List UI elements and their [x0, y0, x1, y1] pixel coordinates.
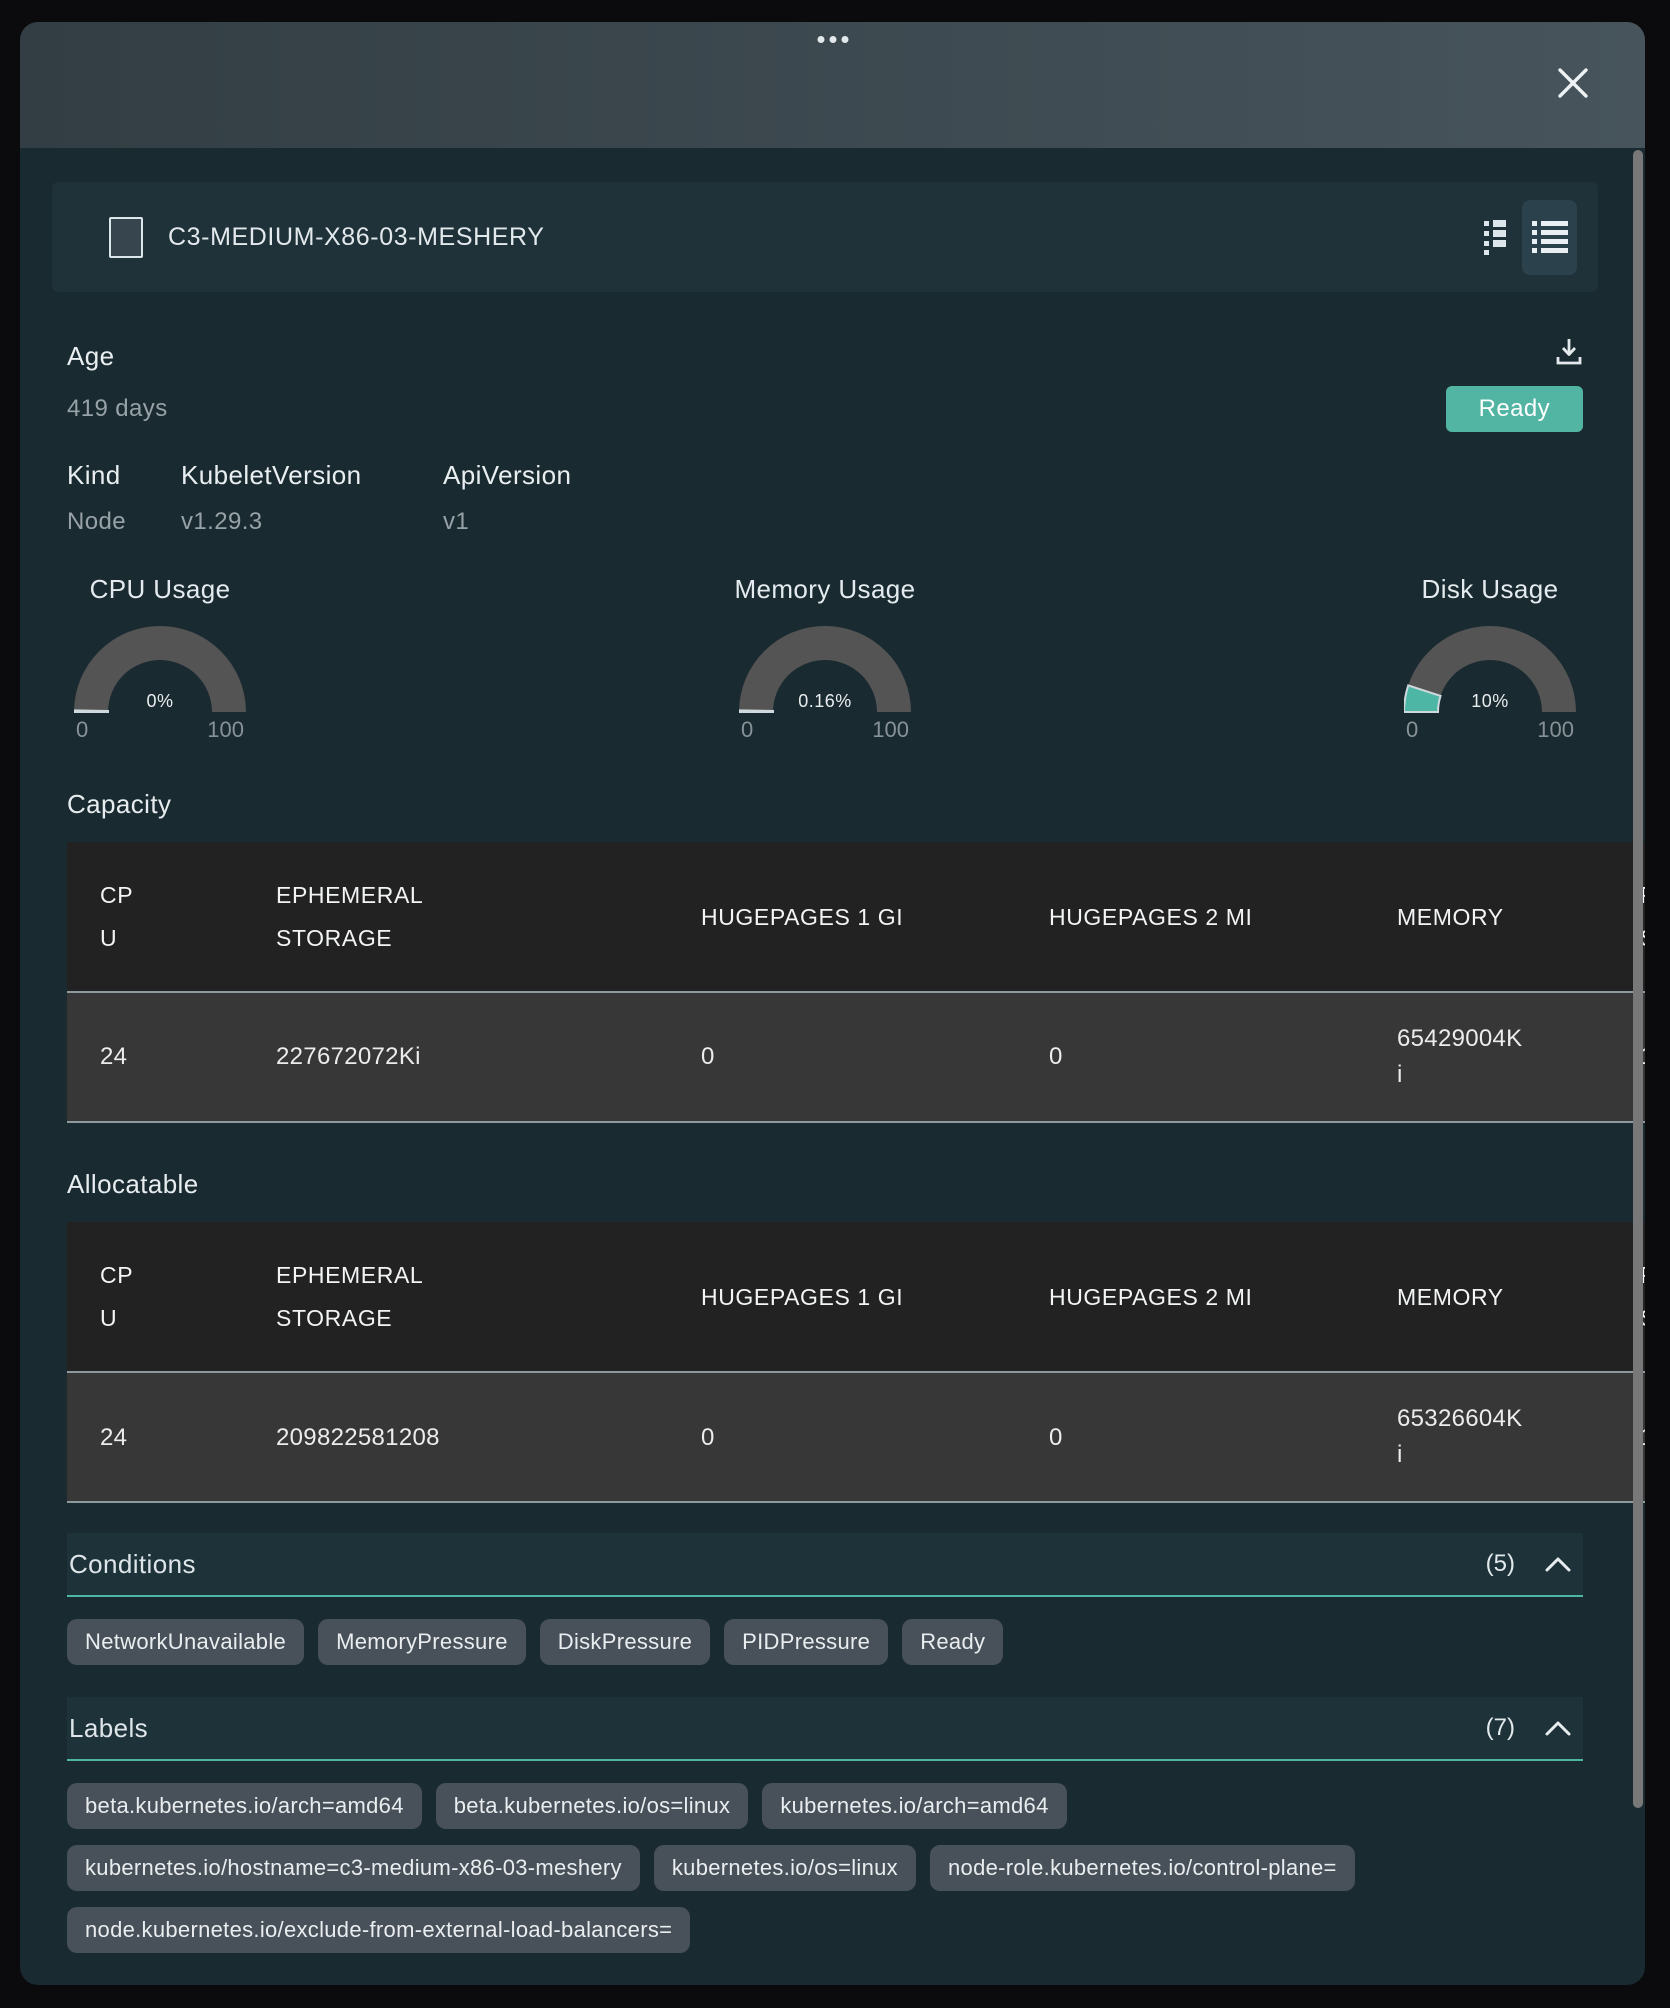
allocatable-title: Allocatable	[67, 1169, 1583, 1200]
chip[interactable]: node.kubernetes.io/exclude-from-external…	[67, 1907, 690, 1953]
table-cell: 0	[685, 1372, 1033, 1502]
table-header-row: CPUEPHEMERAL STORAGEHUGEPAGES 1 GIHUGEPA…	[67, 842, 1645, 992]
node-title: C3-MEDIUM-X86-03-MESHERY	[168, 223, 545, 252]
chip[interactable]: kubernetes.io/hostname=c3-medium-x86-03-…	[67, 1845, 640, 1891]
table-cell: 24	[67, 992, 260, 1122]
column-header: MEMORY	[1381, 1222, 1624, 1372]
chip[interactable]: kubernetes.io/arch=amd64	[762, 1783, 1066, 1829]
vertical-scrollbar-thumb[interactable]	[1633, 150, 1643, 1808]
list-view-toggle-active[interactable]	[1522, 200, 1577, 275]
labels-chip-list: beta.kubernetes.io/arch=amd64 beta.kubern…	[67, 1783, 1583, 1953]
capacity-title: Capacity	[67, 789, 1583, 820]
column-header: EPHEMERAL STORAGE	[260, 1222, 685, 1372]
api-version-value: v1	[443, 508, 1583, 536]
download-icon[interactable]	[1555, 337, 1583, 367]
chevron-up-icon	[1545, 1721, 1571, 1736]
table-cell: 209822581208	[260, 1372, 685, 1502]
table-cell: 65429004Ki	[1381, 992, 1624, 1122]
chip[interactable]: node-role.kubernetes.io/control-plane=	[930, 1845, 1355, 1891]
disk-usage-gauge: Disk Usage 10% 0100	[1397, 574, 1583, 743]
meta-grid: Kind KubeletVersion ApiVersion Node v1.2…	[67, 460, 1583, 536]
column-header: HUGEPAGES 2 MI	[1033, 1222, 1381, 1372]
modal-title-bar	[20, 22, 1645, 148]
table-cell: 227672072Ki	[260, 992, 685, 1122]
view-toggle-group	[1484, 200, 1577, 275]
kind-label: Kind	[67, 460, 181, 491]
age-label: Age	[67, 341, 114, 372]
chip[interactable]: DiskPressure	[540, 1619, 710, 1665]
select-node-checkbox[interactable]	[109, 217, 143, 258]
config-view-icon[interactable]	[1484, 219, 1506, 255]
labels-title: Labels	[69, 1713, 148, 1744]
chip[interactable]: beta.kubernetes.io/os=linux	[436, 1783, 749, 1829]
conditions-accordion-header[interactable]: Conditions (5)	[67, 1533, 1583, 1597]
table-row: 242098225812080065326604Ki110	[67, 1372, 1645, 1502]
chip[interactable]: Ready	[902, 1619, 1003, 1665]
list-view-icon	[1532, 221, 1568, 253]
chevron-up-icon	[1545, 1557, 1571, 1572]
allocatable-table: CPUEPHEMERAL STORAGEHUGEPAGES 1 GIHUGEPA…	[67, 1222, 1645, 1503]
capacity-table: CPUEPHEMERAL STORAGEHUGEPAGES 1 GIHUGEPA…	[67, 842, 1645, 1123]
column-header: HUGEPAGES 1 GI	[685, 1222, 1033, 1372]
chip[interactable]: kubernetes.io/os=linux	[654, 1845, 916, 1891]
table-cell: 0	[1033, 1372, 1381, 1502]
cpu-usage-gauge: CPU Usage 0% 0100	[67, 574, 253, 743]
conditions-count: (5)	[1486, 1550, 1515, 1578]
close-icon[interactable]	[1554, 64, 1592, 102]
kind-value: Node	[67, 508, 181, 536]
chip[interactable]: NetworkUnavailable	[67, 1619, 304, 1665]
drag-handle-dots-icon[interactable]	[817, 36, 848, 43]
labels-count: (7)	[1486, 1714, 1515, 1742]
column-header: EPHEMERAL STORAGE	[260, 842, 685, 992]
labels-accordion-header[interactable]: Labels (7)	[67, 1697, 1583, 1761]
column-header: HUGEPAGES 2 MI	[1033, 842, 1381, 992]
api-version-label: ApiVersion	[443, 460, 1583, 491]
chip[interactable]: beta.kubernetes.io/arch=amd64	[67, 1783, 422, 1829]
chip[interactable]: MemoryPressure	[318, 1619, 526, 1665]
table-cell: 0	[685, 992, 1033, 1122]
node-details-modal: C3-MEDIUM-X86-03-MESHERY Age	[20, 22, 1645, 1985]
resource-header-card: C3-MEDIUM-X86-03-MESHERY	[52, 182, 1598, 292]
table-cell: 0	[1033, 992, 1381, 1122]
conditions-chip-list: NetworkUnavailable MemoryPressure DiskPres…	[67, 1619, 1583, 1665]
column-header: MEMORY	[1381, 842, 1624, 992]
conditions-title: Conditions	[69, 1549, 196, 1580]
column-header: HUGEPAGES 1 GI	[685, 842, 1033, 992]
chip[interactable]: PIDPressure	[724, 1619, 888, 1665]
node-details-content: Age 419 days Ready Kind KubeletVersion A…	[67, 341, 1583, 1953]
table-header-row: CPUEPHEMERAL STORAGEHUGEPAGES 1 GIHUGEPA…	[67, 1222, 1645, 1372]
table-cell: 24	[67, 1372, 260, 1502]
table-cell: 65326604Ki	[1381, 1372, 1624, 1502]
kubelet-version-value: v1.29.3	[181, 508, 443, 536]
age-value: 419 days	[67, 395, 168, 423]
usage-gauges: CPU Usage 0% 0100 Memory Usage 0.16% 010…	[67, 574, 1583, 743]
column-header: CPU	[67, 842, 260, 992]
status-badge: Ready	[1446, 386, 1583, 432]
desktop-background: { "window": { "close": "close", "drag_ha…	[0, 0, 1670, 2008]
column-header: CPU	[67, 1222, 260, 1372]
table-row: 24227672072Ki0065429004Ki110	[67, 992, 1645, 1122]
memory-usage-gauge: Memory Usage 0.16% 0100	[732, 574, 918, 743]
kubelet-version-label: KubeletVersion	[181, 460, 443, 491]
